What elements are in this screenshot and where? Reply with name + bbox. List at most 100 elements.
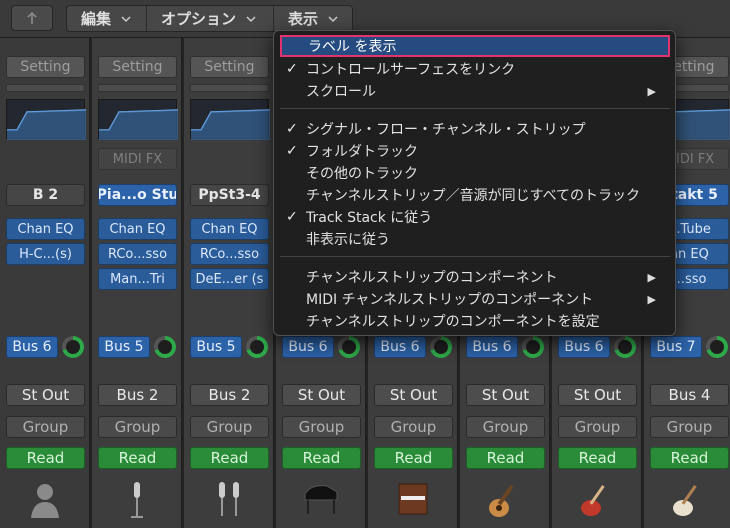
setting-button[interactable]: Setting [6, 56, 85, 78]
automation-mode[interactable]: Read [6, 447, 85, 469]
plugin-slot[interactable]: RCo...sso [98, 243, 177, 265]
submenu-arrow-icon: ▶ [647, 270, 656, 284]
send-level-knob[interactable] [430, 336, 452, 358]
meter [190, 84, 269, 92]
group-slot[interactable]: Group [558, 416, 637, 438]
send-level-knob[interactable] [522, 336, 544, 358]
electric-guitar-2-icon[interactable] [669, 478, 709, 520]
menu-item-label: 非表示に従う [306, 232, 390, 248]
checkmark-icon: ✓ [286, 61, 298, 77]
send-level-knob[interactable] [62, 336, 84, 358]
send-level-knob[interactable] [338, 336, 360, 358]
eq-thumbnail[interactable] [98, 99, 179, 140]
eq-thumbnail[interactable] [6, 99, 87, 140]
setting-button[interactable]: Setting [98, 56, 177, 78]
acoustic-guitar-icon[interactable] [485, 478, 525, 520]
menu-view[interactable]: 表示 [274, 6, 352, 31]
view-dropdown-menu: ラベル を表示 ✓ コントロールサーフェスをリンクスクロール ▶ ✓ シグナル・フロー・チ… [273, 30, 676, 336]
bus-send[interactable]: Bus 6 [374, 336, 426, 358]
mic-icon[interactable] [117, 478, 157, 520]
back-arrow-icon [27, 11, 37, 24]
menu-edit-label: 編集 [81, 10, 112, 28]
group-slot[interactable]: Group [6, 416, 85, 438]
send-level-knob[interactable] [246, 336, 268, 358]
automation-mode[interactable]: Read [282, 447, 361, 469]
group-slot[interactable]: Group [466, 416, 545, 438]
menu-item-label: チャンネルストリップ／音源が同じすべてのトラック [306, 188, 641, 204]
automation-mode[interactable]: Read [374, 447, 453, 469]
menu-item[interactable]: 非表示に従う [280, 228, 670, 250]
automation-mode[interactable]: Read [190, 447, 269, 469]
menu-edit[interactable]: 編集 [67, 6, 147, 31]
group-slot[interactable]: Group [650, 416, 729, 438]
checkmark-icon: ✓ [286, 143, 298, 159]
output-slot[interactable]: Bus 2 [98, 384, 177, 406]
group-slot[interactable]: Group [98, 416, 177, 438]
menu-item[interactable]: ✓ Track Stack に従う [280, 206, 670, 228]
organ-icon[interactable] [393, 478, 433, 520]
menu-item-label: コントロールサーフェスをリンク [306, 62, 516, 78]
menu-item[interactable]: その他のトラック [280, 162, 670, 184]
plugin-slot[interactable]: DeE...er (s [190, 268, 269, 290]
menu-item[interactable]: チャンネルストリップ／音源が同じすべてのトラック [280, 184, 670, 206]
bus-send[interactable]: Bus 6 [558, 336, 610, 358]
instrument-slot[interactable]: Pia...o Stu [98, 184, 177, 206]
plugin-slot[interactable]: Chan EQ [190, 218, 269, 240]
stereo-mic-icon[interactable] [209, 478, 249, 520]
menu-item-label: フォルダトラック [306, 144, 418, 160]
menu-item[interactable]: チャンネルストリップのコンポーネント ▶ [280, 266, 670, 288]
output-slot[interactable]: St Out [282, 384, 361, 406]
group-slot[interactable]: Group [190, 416, 269, 438]
menu-group: 編集 オプション 表示 [66, 5, 353, 32]
output-slot[interactable]: St Out [466, 384, 545, 406]
plugin-slot[interactable]: Chan EQ [6, 218, 85, 240]
midi-fx-slot[interactable]: MIDI FX [98, 148, 177, 170]
send-level-knob[interactable] [154, 336, 176, 358]
menu-item[interactable]: ✓ フォルダトラック [280, 140, 670, 162]
menu-item[interactable]: MIDI チャンネルストリップのコンポーネント ▶ [280, 288, 670, 310]
submenu-arrow-icon: ▶ [647, 292, 656, 306]
back-button[interactable] [11, 5, 53, 31]
menu-options[interactable]: オプション [147, 6, 274, 31]
bus-send[interactable]: Bus 6 [282, 336, 334, 358]
menu-item-label: ラベル を表示 [308, 39, 397, 55]
group-slot[interactable]: Group [282, 416, 361, 438]
automation-mode[interactable]: Read [98, 447, 177, 469]
chevron-down-icon [121, 15, 131, 22]
bus-send[interactable]: Bus 5 [190, 336, 242, 358]
menu-view-label: 表示 [288, 10, 319, 28]
channel-strip: Setting PpSt3-4 Chan EQ RCo...sso DeE...er … [184, 38, 274, 528]
electric-guitar-icon[interactable] [577, 478, 617, 520]
plugin-slot[interactable]: H-C...(s) [6, 243, 85, 265]
automation-mode[interactable]: Read [558, 447, 637, 469]
channel-strip: Setting B 2 Chan EQ H-C...(s) Bus 6 St Out Gr… [0, 38, 90, 528]
menu-item[interactable]: ✓ シグナル・フロー・チャンネル・ストリップ [280, 118, 670, 140]
send-level-knob[interactable] [706, 336, 728, 358]
bus-send[interactable]: Bus 7 [650, 336, 702, 358]
output-slot[interactable]: St Out [374, 384, 453, 406]
output-slot[interactable]: St Out [558, 384, 637, 406]
output-slot[interactable]: Bus 4 [650, 384, 729, 406]
menu-item[interactable]: ラベル を表示 [280, 35, 670, 57]
bus-send[interactable]: Bus 6 [6, 336, 58, 358]
instrument-slot[interactable]: PpSt3-4 [190, 184, 269, 206]
automation-mode[interactable]: Read [466, 447, 545, 469]
plugin-slot[interactable]: RCo...sso [190, 243, 269, 265]
setting-button[interactable]: Setting [190, 56, 269, 78]
output-slot[interactable]: Bus 2 [190, 384, 269, 406]
instrument-slot[interactable]: B 2 [6, 184, 85, 206]
plugin-slot[interactable]: Man...Tri [98, 268, 177, 290]
eq-thumbnail[interactable] [190, 99, 271, 140]
bus-send[interactable]: Bus 5 [98, 336, 150, 358]
output-slot[interactable]: St Out [6, 384, 85, 406]
automation-mode[interactable]: Read [650, 447, 729, 469]
group-slot[interactable]: Group [374, 416, 453, 438]
plugin-slot[interactable]: Chan EQ [98, 218, 177, 240]
menu-item[interactable]: スクロール ▶ [280, 80, 670, 102]
menu-item[interactable]: チャンネルストリップのコンポーネントを設定 [280, 310, 670, 332]
menu-item[interactable]: ✓ コントロールサーフェスをリンク [280, 58, 670, 80]
bus-send[interactable]: Bus 6 [466, 336, 518, 358]
send-level-knob[interactable] [614, 336, 636, 358]
user-icon[interactable] [25, 478, 65, 520]
piano-icon[interactable] [301, 478, 341, 520]
